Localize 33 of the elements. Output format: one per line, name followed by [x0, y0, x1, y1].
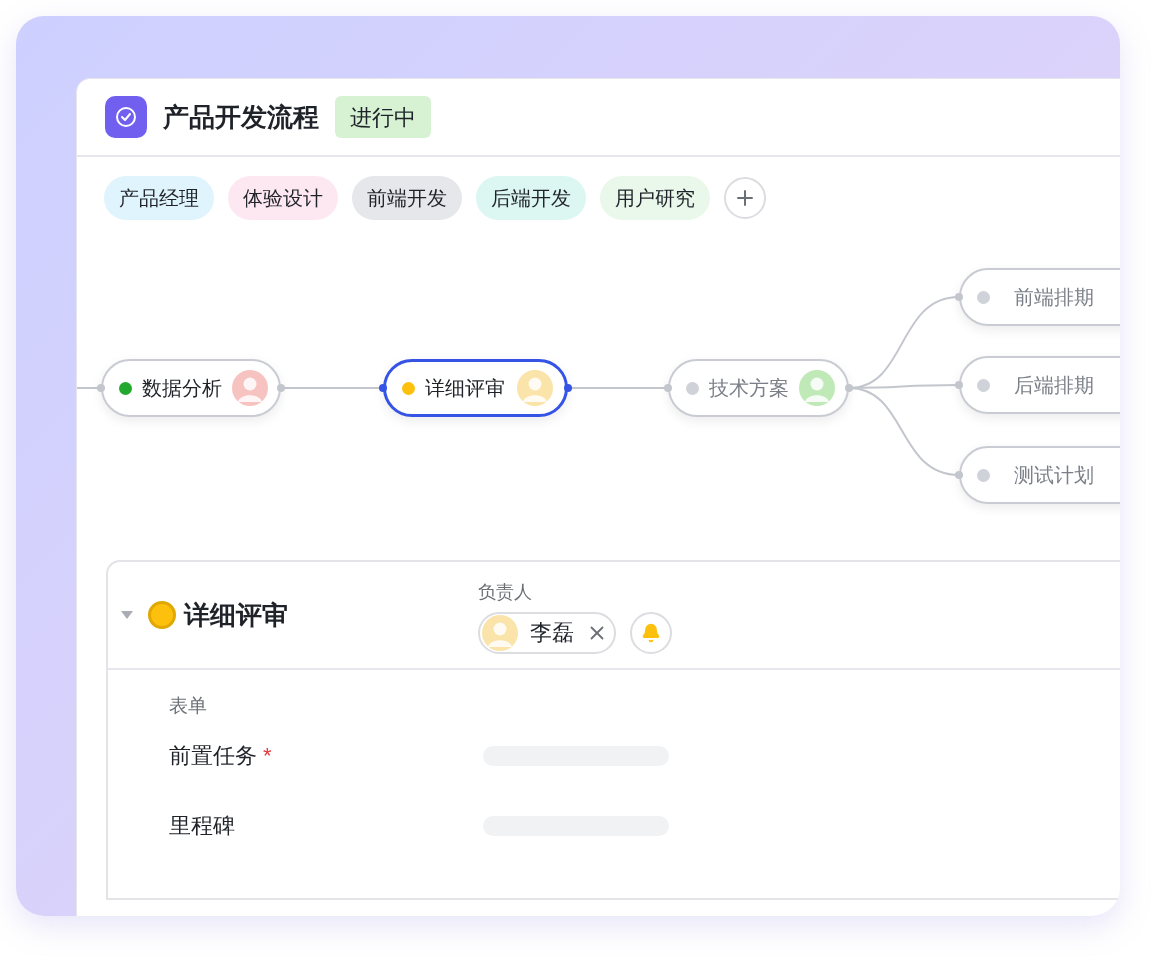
avatar-icon	[232, 370, 268, 406]
flow-node[interactable]: 数据分析	[101, 359, 281, 417]
avatar-icon	[799, 370, 835, 406]
field-label: 前置任务	[169, 742, 257, 770]
node-label: 数据分析	[142, 376, 222, 401]
role-tag[interactable]: 用户研究	[600, 176, 710, 220]
window-title: 产品开发流程	[163, 100, 319, 134]
role-tag[interactable]: 前端开发	[352, 176, 462, 220]
flow-node[interactable]: 详细评审	[383, 359, 568, 417]
add-button[interactable]	[724, 177, 766, 219]
owner-label: 负责人	[478, 580, 533, 604]
section-label: 表单	[169, 694, 208, 718]
bell-button[interactable]	[630, 611, 672, 654]
owner-name: 李磊	[530, 619, 574, 647]
role-tag[interactable]: 体验设计	[228, 176, 338, 220]
bell-icon	[641, 622, 661, 643]
node-label: 测试计划	[1014, 463, 1094, 488]
caret-icon[interactable]	[120, 610, 134, 620]
avatar-icon	[482, 614, 518, 651]
detail-title: 详细评审	[184, 598, 288, 632]
node-label: 前端排期	[1014, 285, 1094, 310]
connector-port[interactable]	[379, 384, 387, 392]
avatar-icon	[517, 370, 553, 406]
node-label: 技术方案	[709, 376, 789, 401]
field-label: 里程碑	[169, 812, 235, 840]
node-label: 详细评审	[425, 376, 506, 401]
status-badge: 进行中	[335, 96, 431, 138]
role-tag[interactable]: 产品经理	[104, 176, 214, 220]
required-mark: *	[263, 742, 272, 770]
role-tag[interactable]: 后端开发	[476, 176, 586, 220]
connector-port[interactable]	[564, 384, 572, 392]
owner-chip[interactable]: 李磊	[478, 611, 616, 654]
node-label: 后端排期	[1014, 373, 1094, 398]
